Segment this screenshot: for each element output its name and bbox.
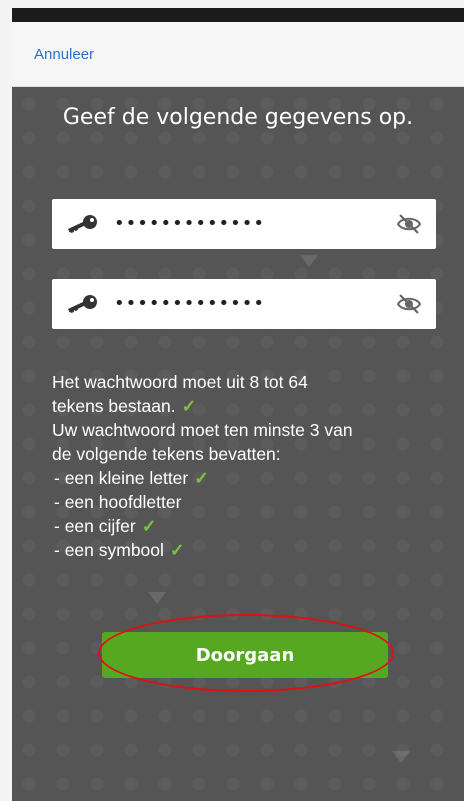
decorative-triangle bbox=[300, 255, 318, 267]
navigation-bar: Annuleer bbox=[12, 22, 464, 87]
eye-slash-icon[interactable] bbox=[396, 292, 422, 316]
confirm-password-field[interactable]: ••••••••••••• bbox=[52, 279, 436, 329]
key-icon bbox=[67, 215, 97, 234]
check-icon: ✓ bbox=[181, 396, 197, 416]
password-field[interactable]: ••••••••••••• bbox=[52, 199, 436, 249]
rule-item-label: - een symbool bbox=[54, 540, 164, 560]
rule-length-text: tekens bestaan. bbox=[52, 396, 176, 416]
decorative-triangle bbox=[392, 751, 410, 763]
rule-item-label: - een kleine letter bbox=[54, 468, 189, 488]
continue-button[interactable]: Doorgaan bbox=[102, 632, 388, 678]
rule-item-label: - een hoofdletter bbox=[54, 492, 182, 512]
check-icon: ✓ bbox=[141, 516, 157, 536]
rule-item-label: - een cijfer bbox=[54, 516, 136, 536]
password-rules: Het wachtwoord moet uit 8 tot 64 tekens … bbox=[52, 370, 452, 562]
check-icon: ✓ bbox=[169, 540, 185, 560]
app-screen: Annuleer Geef de volgende gegevens op. •… bbox=[12, 8, 464, 801]
key-icon bbox=[67, 295, 97, 314]
confirm-password-value: ••••••••••••• bbox=[114, 293, 266, 314]
page-title: Geef de volgende gegevens op. bbox=[62, 105, 414, 130]
status-bar bbox=[12, 8, 464, 22]
rule-item-uppercase: - een hoofdletter bbox=[52, 490, 452, 514]
rule-item-symbol: - een symbool ✓ bbox=[52, 538, 452, 562]
check-icon: ✓ bbox=[194, 468, 209, 488]
eye-slash-icon[interactable] bbox=[396, 212, 422, 236]
content-area: Geef de volgende gegevens op. ••••••••••… bbox=[12, 87, 464, 801]
cancel-button[interactable]: Annuleer bbox=[34, 46, 94, 63]
rule-item-lowercase: - een kleine letter ✓ bbox=[52, 466, 452, 490]
decorative-triangle bbox=[148, 592, 166, 604]
rule-item-digit: - een cijfer ✓ bbox=[52, 514, 452, 538]
rule-require-line1: Uw wachtwoord moet ten minste 3 van bbox=[52, 420, 353, 440]
password-value: ••••••••••••• bbox=[114, 213, 266, 234]
rule-length-line1: Het wachtwoord moet uit 8 tot 64 bbox=[52, 372, 308, 392]
rule-length-line2: tekens bestaan. ✓ bbox=[52, 394, 452, 418]
rule-require-line2: de volgende tekens bevatten: bbox=[52, 444, 281, 464]
